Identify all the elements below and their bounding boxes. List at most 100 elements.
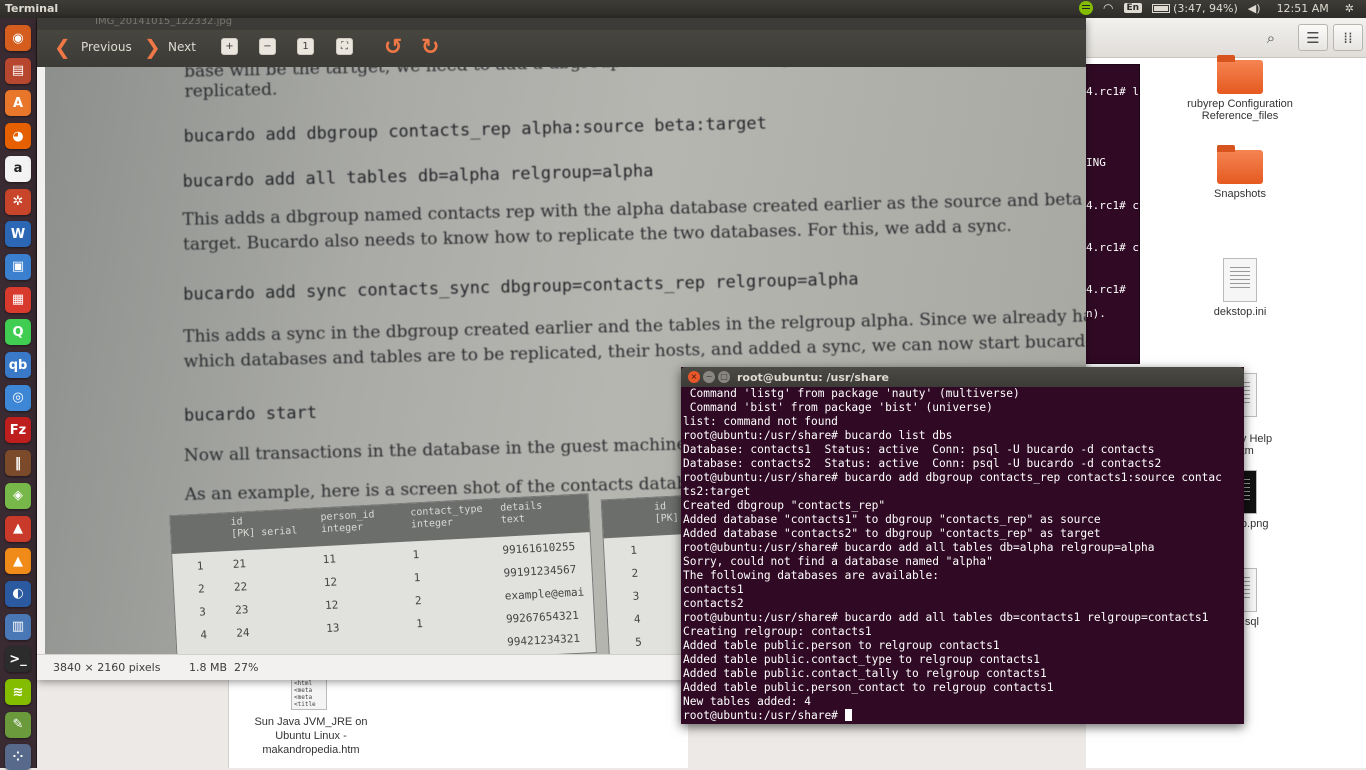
terminal-window[interactable]: × − □ root@ubuntu: /usr/share Command 'l… [681,367,1244,724]
software-center-icon[interactable]: A [5,90,31,117]
installer-icon[interactable]: ▲ [5,515,31,542]
viewer-toolbar: ❮ Previous ❯ Next + − 1 ⛶ ↺ ↻ [37,30,1086,67]
grid-view-button[interactable]: ⁞⁞ [1333,24,1363,51]
active-app-title: Terminal [5,2,59,15]
close-icon[interactable]: × [688,371,700,383]
spotify-indicator-icon[interactable] [1079,1,1094,15]
qbittorrent-icon[interactable]: qb [5,352,31,378]
terminal-prompt-line[interactable]: root@ubuntu:/usr/share# [683,709,1243,723]
wifi-icon[interactable]: ◠ [1103,1,1113,15]
files-icon[interactable]: ▤ [5,57,31,84]
gear-icon[interactable]: ✲ [1345,2,1354,15]
table-cell: example@emai [504,585,585,603]
remote-desktop-icon[interactable]: ▥ [5,613,31,640]
keyboard-layout-indicator[interactable]: En [1123,3,1143,13]
table-cell: 3 [198,605,207,619]
file-item[interactable]: dekstop.ini [1175,258,1305,318]
table-cell: 13 [325,621,340,636]
terminal-line: root@ubuntu:/usr/share# bucardo add all … [683,611,1209,624]
mosaic-icon[interactable]: ▦ [5,286,31,313]
writer-icon[interactable]: W [5,221,31,248]
photo-code: bucardo add sync contacts_sync dbgroup=c… [182,269,859,305]
spotify-icon[interactable]: ≋ [5,679,31,705]
ubuntu-dash-icon[interactable]: ◉ [5,25,31,51]
chevron-right-icon[interactable]: ❯ [144,37,161,57]
battery-icon [1152,3,1171,13]
terminal-output[interactable]: Command 'listg' from package 'nauty' (mu… [683,387,1243,723]
file-label: Snapshots [1214,188,1266,200]
filezilla-icon[interactable]: Fz [5,417,31,444]
photo-code: bucardo add dbgroup contacts_rep alpha:s… [183,113,768,147]
table-cell: 4 [633,612,641,626]
photo-data-table: id [PK] serial person_id integer contact… [169,493,597,654]
zoom-out-button[interactable]: − [259,38,276,55]
photo-text: replicated. [184,79,278,102]
vlc-icon[interactable]: ▲ [5,548,31,575]
file-manager-toolbar: ⌕ ☰ ⁞⁞ [1086,18,1366,58]
text-cursor [844,709,852,721]
terminal-line: root@ubuntu:/usr/share# bucardo add dbgr… [683,471,1222,484]
normal-size-button[interactable]: 1 [297,38,314,55]
library-icon[interactable]: ‖ [5,450,31,477]
clock[interactable]: 12:51 AM [1277,2,1329,15]
terminal-line: list: command not found [683,415,838,428]
folder-icon [1217,145,1263,184]
terminal-prompt: root@ubuntu:/usr/share# [683,709,845,722]
terminal-line: Added database "contacts1" to dbgroup "c… [683,513,1101,526]
terminal-line: 4.rc1# c [1086,199,1139,212]
photo-code: bucardo add all tables db=alpha relgroup… [182,161,654,192]
list-view-button[interactable]: ☰ [1298,24,1328,51]
chevron-left-icon[interactable]: ❮ [54,37,71,57]
folder-item[interactable]: rubyrep Configuration Reference_files [1175,55,1305,122]
column-header: contact_type integer [410,503,483,531]
firefox-icon[interactable]: ◕ [5,123,31,150]
terminal-titlebar[interactable]: × − □ root@ubuntu: /usr/share [681,367,1244,387]
file-label[interactable]: Sun Java JVM_JRE on Ubuntu Linux - makan… [249,715,373,757]
terminal-line: n). [1086,307,1106,320]
amazon-icon[interactable]: a [5,155,31,182]
rotate-left-icon[interactable]: ↺ [384,35,402,60]
chromium-icon[interactable]: ◎ [5,384,31,411]
background-terminal-window[interactable]: 4.rc1# l ING 4.rc1# c 4.rc1# c 4.rc1# n)… [1082,64,1140,364]
terminal-line: Added table public.contact_type to relgr… [683,653,1040,666]
html-file-icon: <html <meta <meta <title [291,678,327,710]
eclipse-icon[interactable]: ◐ [5,580,31,607]
map-icon[interactable]: ◈ [5,482,31,509]
zoom-in-button[interactable]: + [221,38,238,55]
minimize-icon[interactable]: − [703,371,715,383]
volume-icon[interactable]: ◀) [1248,2,1261,15]
previous-button[interactable]: Previous [81,40,132,54]
battery-text: (3:47, 94%) [1173,1,1238,15]
qt-creator-icon[interactable]: Q [5,319,31,346]
terminal-line: Command 'bist' from package 'bist' (univ… [683,401,993,414]
folder-item[interactable]: Snapshots [1175,145,1305,200]
table-cell: 2 [197,582,205,596]
terminal-line: contacts2 [683,597,744,610]
tools-icon[interactable]: ✎ [5,711,31,738]
table-cell: 99421234321 [506,631,581,649]
table-cell: 2 [631,566,639,580]
photo-code: bucardo start [183,402,318,426]
column-header: details text [499,500,543,526]
terminal-line: Database: contacts1 Status: active Conn:… [683,443,1155,456]
table-cell: 12 [323,575,338,590]
rotate-right-icon[interactable]: ↻ [421,35,439,60]
launcher: ◉ ▤ A ◕ a ✲ W ▣ ▦ Qqb ◎ Fz ‖ ◈ ▲ ▲ ◐ ▥ >_ ≋ ✎ ⁘ [0,18,37,770]
terminal-line: Creating relgroup: contacts1 [683,625,872,638]
top-panel: Terminal ◠ En (3:47, 94%) ◀) 12:51 AM ✲ [0,0,1366,18]
maximize-icon[interactable]: □ [718,371,730,383]
terminal-icon[interactable]: >_ [5,646,31,673]
virtualbox-icon[interactable]: ▣ [5,253,31,280]
settings-icon[interactable]: ✲ [5,188,31,215]
viewer-titlebar[interactable]: IMG_20141015_122332.jpg [37,18,1086,30]
best-fit-button[interactable]: ⛶ [336,38,353,55]
workspace-icon[interactable]: ⁘ [5,744,31,770]
table-cell: 1 [415,616,424,631]
image-file-size: 1.8 MB [189,661,228,674]
search-icon[interactable]: ⌕ [1256,24,1286,51]
terminal-line: ts2:target [683,485,751,498]
folder-icon [1217,55,1263,94]
battery-indicator[interactable]: (3:47, 94%) [1152,2,1238,15]
next-button[interactable]: Next [168,40,196,54]
viewer-title: IMG_20141015_122332.jpg [95,18,233,27]
